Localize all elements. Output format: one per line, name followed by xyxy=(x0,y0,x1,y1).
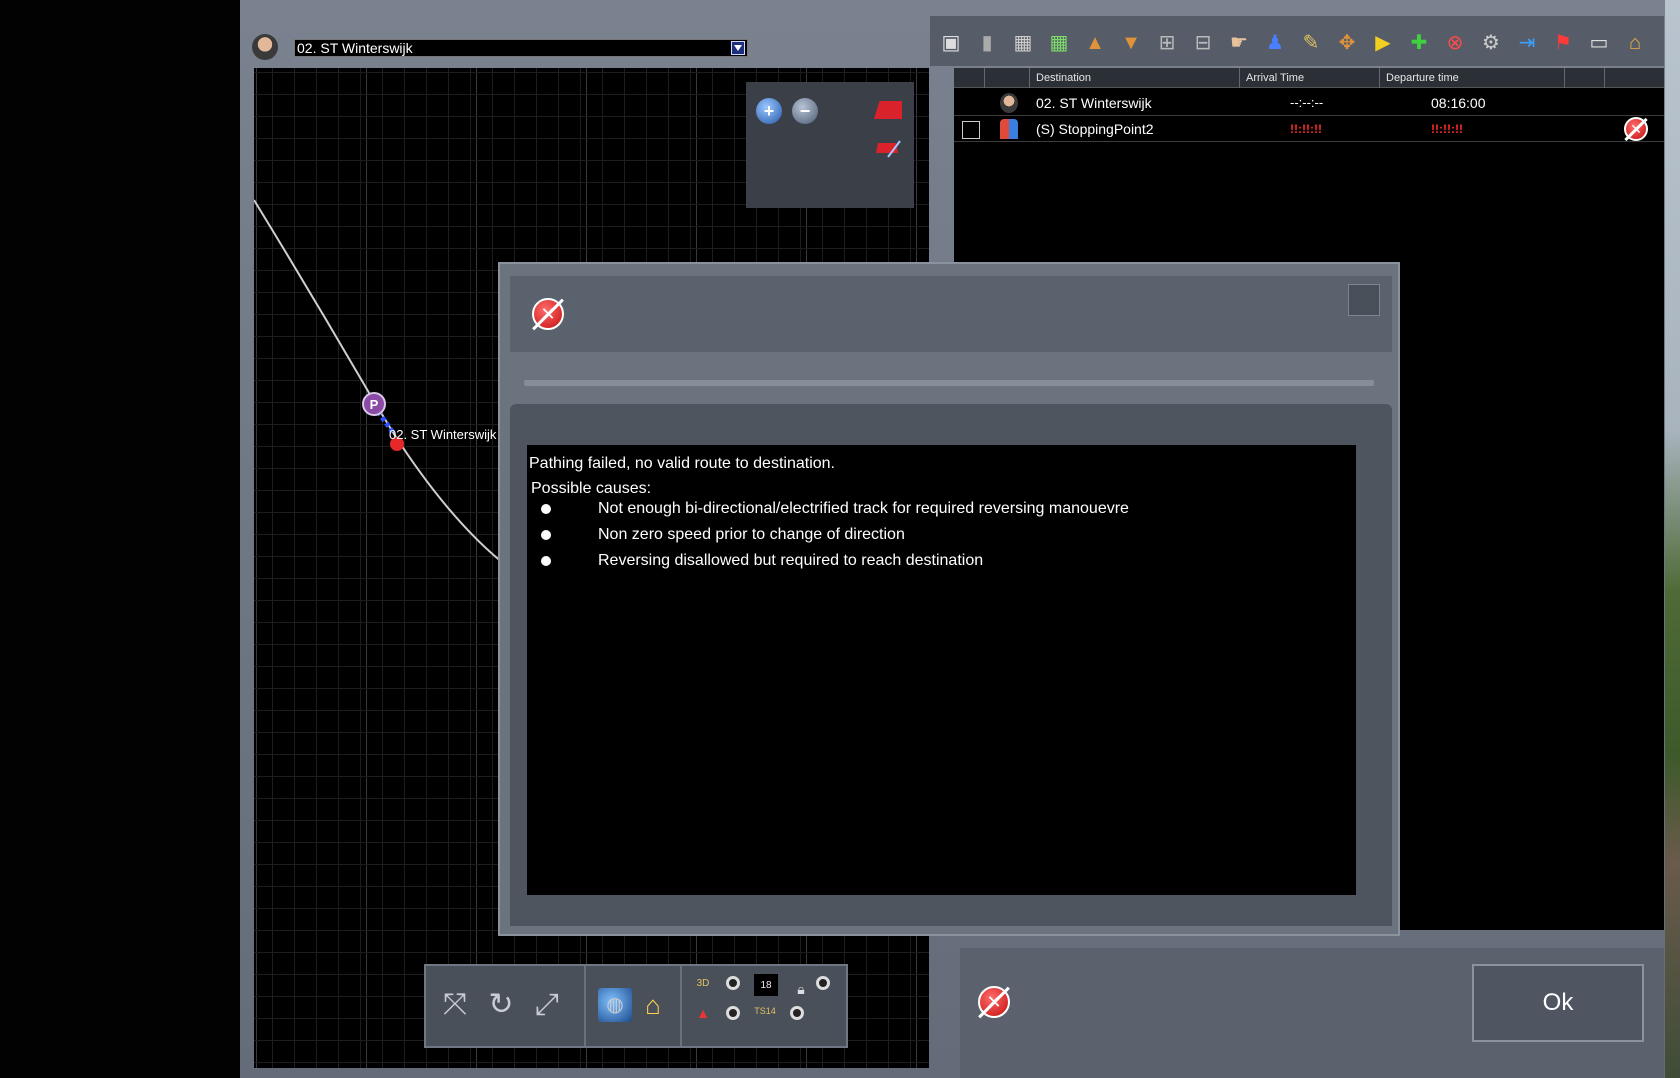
row-error-icon[interactable]: ✕ xyxy=(1624,117,1648,141)
top-toolbar: ▣ ▮ ▦ ▦ ▲ ▼ ⊞ ⊟ ☛ ♟ ✎ ✥ ▶ ✚ ⊗ ⚙ ⇥ ⚑ ▭ ⌂ xyxy=(930,16,1664,66)
fit-view-icon[interactable]: ⤧ xyxy=(438,988,472,1022)
train-icon[interactable]: ▲ xyxy=(694,1004,712,1022)
row-arrival: !!:!!:!! xyxy=(1290,122,1322,136)
settings-icon[interactable]: ⚙ xyxy=(1478,30,1504,56)
bullet xyxy=(541,556,551,566)
error-message: Pathing failed, no valid route to destin… xyxy=(529,455,835,472)
zoom-in-icon[interactable]: + xyxy=(756,98,782,124)
zoom-panel: + − xyxy=(746,82,914,208)
eraser-brush-icon[interactable] xyxy=(874,137,902,159)
flag-icon[interactable]: ⚑ xyxy=(1550,30,1576,56)
location-tools-group: ◍ ⌂ xyxy=(588,966,682,1046)
eraser-icon[interactable] xyxy=(874,101,902,119)
view-tools-group: ⤧ ↻ ⤢ xyxy=(426,966,586,1046)
column-departure-time[interactable]: Departure time xyxy=(1379,68,1519,88)
driver-dropdown-value: 02. ST Winterswijk xyxy=(297,40,413,56)
header-divider xyxy=(984,68,991,88)
hand-icon[interactable]: ☛ xyxy=(1226,30,1252,56)
zoom-out-icon[interactable]: − xyxy=(792,98,818,124)
radio-option-3d[interactable] xyxy=(726,976,740,990)
cause-item: Non zero speed prior to change of direct… xyxy=(598,526,905,543)
ok-button[interactable]: Ok xyxy=(1472,964,1644,1042)
grid-icon[interactable]: ▦ xyxy=(1010,30,1036,56)
background-left xyxy=(0,0,240,1078)
causes-heading: Possible causes: xyxy=(531,480,652,497)
ts-icon[interactable]: TS14 xyxy=(754,1002,776,1020)
trash-icon[interactable]: ▮ xyxy=(974,30,1000,56)
ok-bar: ✕ Ok xyxy=(960,948,1664,1078)
error-icon: ✕ xyxy=(978,986,1010,1018)
bullet xyxy=(541,504,551,514)
schedule-header: Destination Arrival Time Departure time xyxy=(954,68,1664,88)
counter-box: 18 xyxy=(754,974,778,996)
radio-option-train[interactable] xyxy=(726,1006,740,1020)
table-row[interactable]: 02. ST Winterswijk --:--:-- 08:16:00 xyxy=(954,90,1664,116)
resize-icon[interactable]: ⤢ xyxy=(530,988,564,1022)
split-icon[interactable]: ⊞ xyxy=(1154,30,1180,56)
portal-marker-label: P xyxy=(370,397,379,412)
3d-icon[interactable]: 3D xyxy=(694,974,712,992)
add-stop-icon[interactable]: ▶ xyxy=(1370,30,1396,56)
radio-option-lock[interactable] xyxy=(816,976,830,990)
driver-icon xyxy=(252,34,278,60)
passengers-icon xyxy=(1000,119,1018,139)
row-arrival: --:--:-- xyxy=(1290,95,1324,110)
cause-item: Reversing disallowed but required to rea… xyxy=(598,552,984,569)
row-checkbox[interactable] xyxy=(962,121,980,139)
bullet xyxy=(541,530,551,540)
passengers-icon[interactable]: ♟ xyxy=(1262,30,1288,56)
home-icon[interactable]: ⌂ xyxy=(636,988,670,1022)
header-divider xyxy=(1564,68,1571,88)
driver-icon xyxy=(1000,93,1018,113)
row-destination: (S) StoppingPoint2 xyxy=(1036,121,1154,137)
dialog-separator xyxy=(524,380,1374,386)
chevron-down-icon[interactable] xyxy=(731,41,745,55)
station-icon[interactable]: ⌂ xyxy=(1622,30,1648,56)
map-toolbar: ⤧ ↻ ⤢ ◍ ⌂ 3D 18 🔒︎ ▲ TS14 xyxy=(424,964,848,1048)
move-up-icon[interactable]: ▲ xyxy=(1082,30,1108,56)
remove-icon[interactable]: ⊗ xyxy=(1442,30,1468,56)
radio-option-ts[interactable] xyxy=(790,1006,804,1020)
import-icon[interactable]: ⇥ xyxy=(1514,30,1540,56)
driver-dropdown[interactable]: 02. ST Winterswijk xyxy=(294,39,748,57)
rotate-view-icon[interactable]: ↻ xyxy=(484,988,518,1022)
error-icon: ✕ xyxy=(532,298,564,330)
grid-green-icon[interactable]: ▦ xyxy=(1046,30,1072,56)
dialog-title-bar: ✕ xyxy=(510,276,1392,352)
add-icon[interactable]: ✚ xyxy=(1406,30,1432,56)
row-departure: !!:!!:!! xyxy=(1431,122,1463,136)
column-arrival-time[interactable]: Arrival Time xyxy=(1239,68,1379,88)
merge-icon[interactable]: ⊟ xyxy=(1190,30,1216,56)
driver-selector-row: 02. ST Winterswijk xyxy=(252,32,752,62)
row-departure: 08:16:00 xyxy=(1431,95,1486,111)
dialog-close-button[interactable] xyxy=(1348,284,1380,316)
column-destination[interactable]: Destination xyxy=(1029,68,1239,88)
lock-icon[interactable]: 🔒︎ xyxy=(792,980,810,998)
table-row[interactable]: (S) StoppingPoint2 !!:!!:!! !!:!!:!! ✕ xyxy=(954,116,1664,142)
station-label: 02. ST Winterswijk xyxy=(389,427,497,442)
platform-icon[interactable]: ▭ xyxy=(1586,30,1612,56)
dialog-message-area: Pathing failed, no valid route to destin… xyxy=(527,445,1356,895)
move-down-icon[interactable]: ▼ xyxy=(1118,30,1144,56)
display-options-group: 3D 18 🔒︎ ▲ TS14 xyxy=(684,966,844,1046)
row-destination: 02. ST Winterswijk xyxy=(1036,95,1152,111)
switch-icon[interactable]: ✥ xyxy=(1334,30,1360,56)
cause-item: Not enough bi-directional/electrified tr… xyxy=(598,500,1129,517)
globe-icon[interactable]: ◍ xyxy=(598,988,632,1022)
edit-icon[interactable]: ✎ xyxy=(1298,30,1324,56)
header-divider xyxy=(1604,68,1611,88)
save-icon[interactable]: ▣ xyxy=(938,30,964,56)
